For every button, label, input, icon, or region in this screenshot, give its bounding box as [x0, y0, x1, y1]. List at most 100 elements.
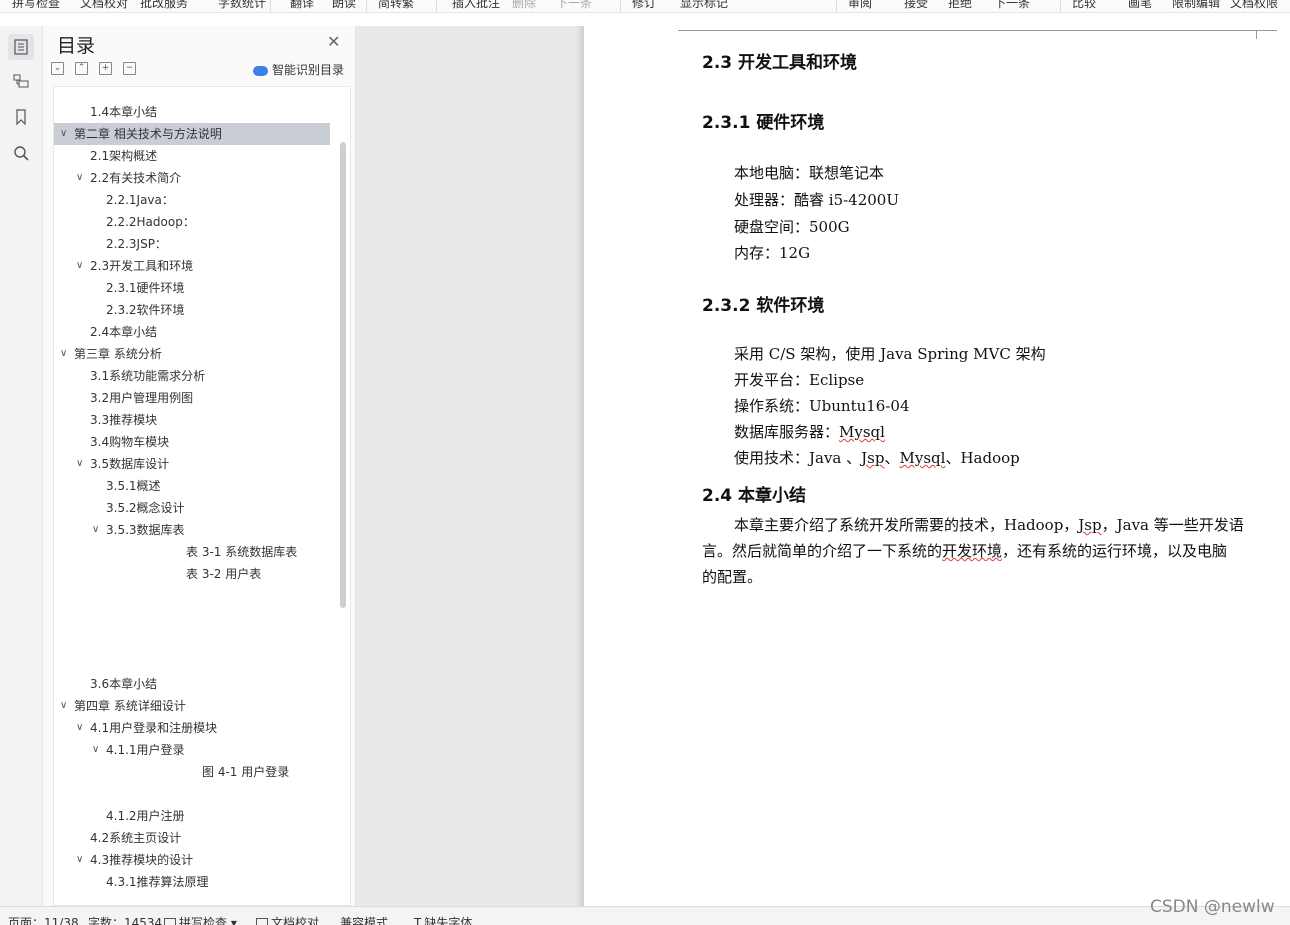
misspelled-word[interactable]: Jsp	[861, 449, 884, 467]
chevron-down-icon[interactable]: ∨	[76, 167, 83, 189]
toolbar-item[interactable]: 朗读	[332, 0, 356, 11]
toolbar-item[interactable]: 限制编辑	[1172, 0, 1220, 11]
toc-item[interactable]: 表 3-2 用户表	[54, 563, 330, 585]
toolbar-item[interactable]: 接受	[904, 0, 928, 11]
chevron-down-icon[interactable]: ∨	[76, 717, 83, 739]
toc-item-label: 2.3开发工具和环境	[90, 255, 193, 277]
toc-item[interactable]: ∨ 第四章 系统详细设计	[54, 695, 330, 717]
search-icon[interactable]	[8, 140, 34, 166]
toolbar-item[interactable]: 文档校对	[80, 0, 128, 11]
toolbar-item[interactable]: 简转繁	[378, 0, 414, 11]
toc-item-label: 表 3-2 用户表	[186, 563, 261, 585]
toc-item[interactable]: 图 4-1 用户登录	[54, 761, 330, 783]
chevron-down-icon[interactable]: ∨	[76, 255, 83, 277]
toc-item-label: 4.3.1推荐算法原理	[106, 871, 209, 893]
toc-item[interactable]: ∨4.3推荐模块的设计	[54, 849, 330, 871]
toc-item-label: 2.2.1Java：	[106, 189, 174, 211]
toc-item[interactable]: 2.1架构概述	[54, 145, 330, 167]
toolbar-item[interactable]: 文档权限	[1230, 0, 1278, 11]
expand-all-icon[interactable]: +	[99, 62, 112, 75]
chapter-nav-icon[interactable]	[8, 68, 34, 94]
toolbar-item[interactable]: 下一条	[556, 0, 592, 11]
marked-phrase[interactable]: 开发环境	[942, 542, 1002, 560]
toc-item[interactable]: 3.2用户管理用例图	[54, 387, 330, 409]
toc-item[interactable]: 1.4本章小结	[54, 101, 330, 123]
toc-item-label: 第三章 系统分析	[74, 343, 162, 365]
chevron-down-icon[interactable]: ∨	[60, 343, 67, 365]
toolbar-item[interactable]: 批改服务	[140, 0, 188, 11]
hw-line: 内存：12G	[734, 242, 810, 263]
toc-item[interactable]: 3.1系统功能需求分析	[54, 365, 330, 387]
toc-item[interactable]: 3.3推荐模块	[54, 409, 330, 431]
missing-font-button[interactable]: T缺失字体	[414, 914, 472, 925]
toc-item[interactable]: 4.1.2用户注册	[54, 805, 330, 827]
bookmark-icon[interactable]	[8, 104, 34, 130]
heading-2-4: 2.4 本章小结	[702, 481, 806, 506]
toc-item[interactable]: ∨3.5数据库设计	[54, 453, 330, 475]
toc-item[interactable]: ∨ 第三章 系统分析	[54, 343, 330, 365]
smart-toc-button[interactable]: 智能识别目录	[253, 61, 344, 78]
toc-item-label: 3.5.2概念设计	[106, 497, 185, 519]
toc-item-label: 第四章 系统详细设计	[74, 695, 186, 717]
proofread-button[interactable]: 文档校对	[256, 914, 319, 925]
toc-item[interactable]: 4.2系统主页设计	[54, 827, 330, 849]
toc-item[interactable]: ∨ 2.3开发工具和环境	[54, 255, 330, 277]
toolbar-item[interactable]: 插入批注	[452, 0, 500, 11]
toc-item[interactable]: 表 3-1 系统数据库表	[54, 541, 330, 563]
chevron-down-icon[interactable]: ∨	[92, 519, 99, 541]
expand-level-icon[interactable]: ⌃	[75, 62, 88, 75]
toc-item[interactable]: 2.4本章小结	[54, 321, 330, 343]
toolbar-item[interactable]: 修订	[632, 0, 656, 11]
toolbar-divider	[270, 0, 271, 12]
close-icon[interactable]: ✕	[327, 32, 340, 51]
toolbar-item[interactable]: 比较	[1072, 0, 1096, 11]
toc-item-label: 2.2.2Hadoop：	[106, 211, 195, 233]
toc-item-label: 3.1系统功能需求分析	[90, 365, 205, 387]
toc-item[interactable]: ∨2.2有关技术简介	[54, 167, 330, 189]
toc-icon[interactable]	[8, 34, 34, 60]
page-indicator[interactable]: 页面：11/38	[8, 914, 79, 925]
collapse-all-icon[interactable]: −	[123, 62, 136, 75]
toc-item[interactable]: 3.4购物车模块	[54, 431, 330, 453]
toc-item[interactable]: 3.5.2概念设计	[54, 497, 330, 519]
toolbar-item[interactable]: 删除	[512, 0, 536, 11]
spell-check-toggle[interactable]: 拼写检查 ▾	[164, 914, 237, 925]
chevron-down-icon[interactable]: ∨	[76, 453, 83, 475]
toolbar-item[interactable]: 翻译	[290, 0, 314, 11]
toolbar-item[interactable]: 画笔	[1128, 0, 1152, 11]
misspelled-word[interactable]: Mysql	[839, 423, 885, 441]
toc-item[interactable]: 2.2.2Hadoop：	[54, 211, 330, 233]
misspelled-word[interactable]: Jsp	[1078, 516, 1101, 534]
toc-scrollbar[interactable]	[340, 142, 346, 608]
chevron-down-icon[interactable]: ∨	[92, 739, 99, 761]
toolbar-item[interactable]: 显示标记	[680, 0, 728, 11]
toolbar-item[interactable]: 审阅	[848, 0, 872, 11]
toc-item[interactable]: ∨第二章 相关技术与方法说明	[54, 123, 330, 145]
toc-item[interactable]: 4.3.1推荐算法原理	[54, 871, 330, 893]
toc-item-label: 2.3.1硬件环境	[106, 277, 185, 299]
toc-list: 1.4本章小结∨第二章 相关技术与方法说明2.1架构概述∨2.2有关技术简介2.…	[53, 86, 351, 906]
toc-item[interactable]: ∨4.1用户登录和注册模块	[54, 717, 330, 739]
toolbar-divider	[436, 0, 437, 12]
toolbar-item[interactable]: 拒绝	[948, 0, 972, 11]
toc-item[interactable]: ∨4.1.1用户登录	[54, 739, 330, 761]
toc-item-label: 3.3推荐模块	[90, 409, 157, 431]
word-count[interactable]: 字数：14534	[88, 914, 162, 925]
toolbar-item[interactable]: 下一条	[994, 0, 1030, 11]
chevron-down-icon[interactable]: ∨	[60, 123, 67, 145]
toc-item[interactable]: ∨3.5.3数据库表	[54, 519, 330, 541]
chevron-down-icon[interactable]: ∨	[60, 695, 67, 717]
toc-item[interactable]: 2.3.2软件环境	[54, 299, 330, 321]
toc-item[interactable]: 2.3.1硬件环境	[54, 277, 330, 299]
misspelled-word[interactable]: Mysql	[900, 449, 946, 467]
toc-item[interactable]: 3.5.1概述	[54, 475, 330, 497]
toc-item[interactable]: 3.6本章小结	[54, 673, 330, 695]
toolbar-divider	[620, 0, 621, 12]
toc-item-label: 图 4-1 用户登录	[202, 761, 289, 783]
toc-item[interactable]: 2.2.3JSP：	[54, 233, 330, 255]
collapse-level-icon[interactable]: ⌄	[51, 62, 64, 75]
toolbar-item[interactable]: 字数统计	[218, 0, 266, 11]
toolbar-item[interactable]: 拼写检查	[12, 0, 60, 11]
chevron-down-icon[interactable]: ∨	[76, 849, 83, 871]
toc-item[interactable]: 2.2.1Java：	[54, 189, 330, 211]
